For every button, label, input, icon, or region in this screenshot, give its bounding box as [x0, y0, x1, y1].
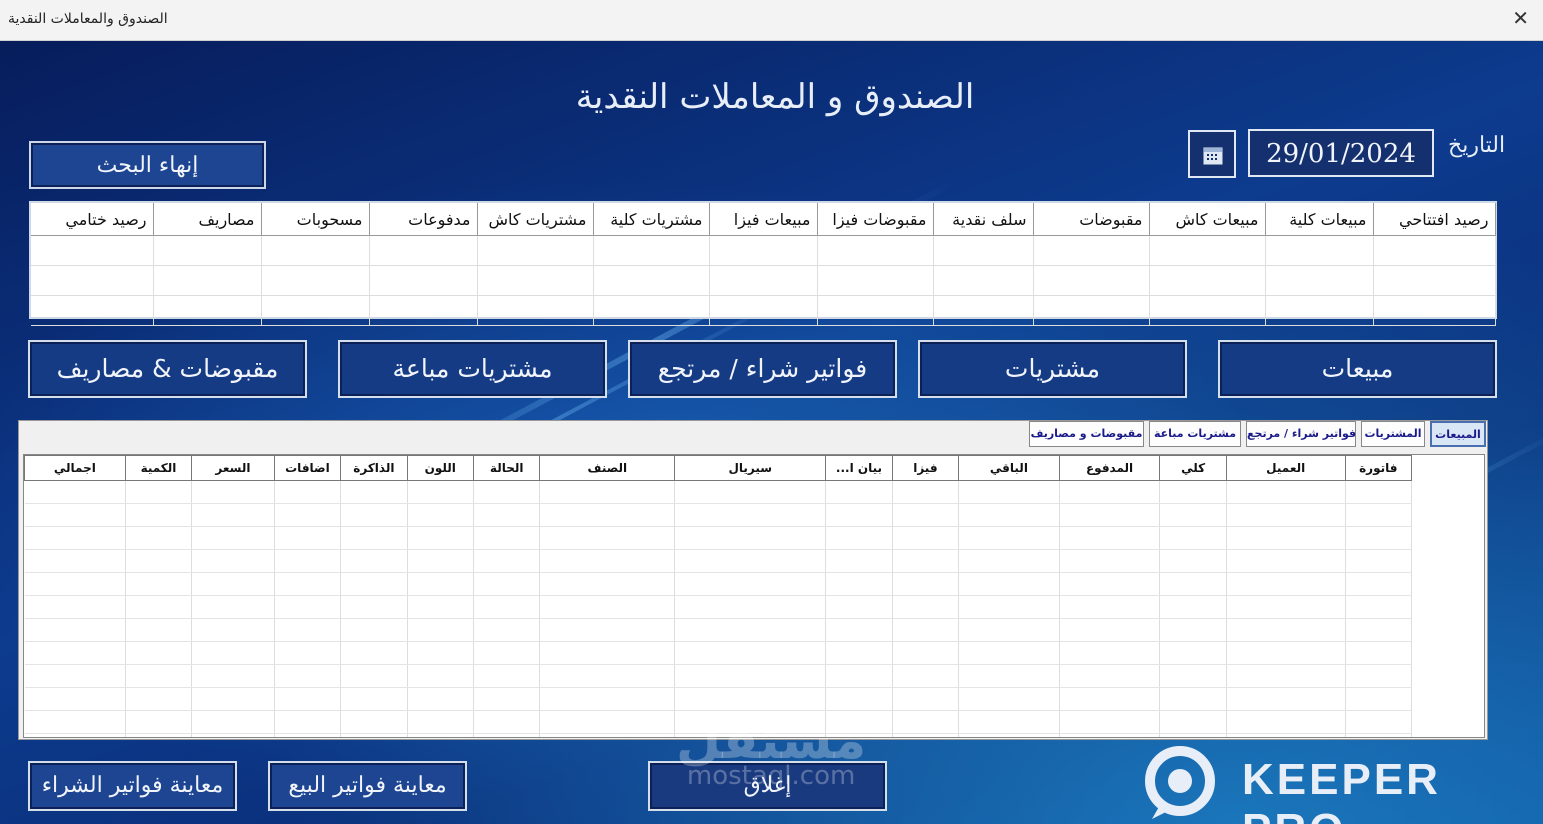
summary-col-header[interactable]: مسحوبات	[261, 203, 370, 236]
tab-sales[interactable]: المبيعات	[1430, 421, 1486, 447]
summary-col-header[interactable]: مشتريات كاش	[477, 203, 594, 236]
summary-table: رصيد افتتاحي مبيعات كلية مبيعات كاش مقبو…	[29, 201, 1497, 326]
grid-col-header[interactable]: اللون	[406, 455, 475, 481]
table-row[interactable]	[24, 480, 1413, 504]
transactions-panel: المبيعات المشتريات فواتير شراء / مرتجع م…	[18, 420, 1488, 740]
table-row[interactable]	[24, 549, 1413, 573]
table-row[interactable]	[31, 265, 1496, 296]
grid-col-header[interactable]: العميل	[1225, 455, 1346, 481]
tab-sold-purchases[interactable]: مشتريات مباعة	[1149, 421, 1241, 447]
sales-button[interactable]: مبيعات	[1218, 340, 1497, 398]
summary-col-header[interactable]: مصاريف	[153, 203, 262, 236]
purchases-button[interactable]: مشتريات	[918, 340, 1187, 398]
close-icon[interactable]: ✕	[1512, 6, 1529, 30]
date-field[interactable]: 29/01/2024	[1248, 129, 1434, 177]
summary-col-header[interactable]: سلف نقدية	[933, 203, 1034, 236]
summary-col-header[interactable]: مشتريات كلية	[593, 203, 710, 236]
view-sales-invoices-button[interactable]: معاينة فواتير البيع	[268, 761, 467, 811]
grid-header-row: فاتورة العميل كلي المدفوع الباقي فيزا بي…	[24, 455, 1413, 481]
end-search-button[interactable]: إنهاء البحث	[29, 141, 266, 189]
summary-col-header[interactable]: مبيعات كاش	[1149, 203, 1266, 236]
sold-purchases-button[interactable]: مشتريات مباعة	[338, 340, 607, 398]
main-panel: الصندوق و المعاملات النقدية التاريخ 29/0…	[0, 41, 1543, 824]
grid-col-header[interactable]: الكمية	[124, 455, 193, 481]
window-title: الصندوق والمعاملات النقدية	[8, 11, 168, 27]
receipts-expenses-button[interactable]: مقبوضات & مصاريف	[28, 340, 307, 398]
table-row[interactable]	[24, 687, 1413, 711]
table-row[interactable]	[24, 641, 1413, 665]
summary-col-header[interactable]: رصيد افتتاحي	[1373, 203, 1496, 236]
grid-col-header[interactable]: الحالة	[472, 455, 541, 481]
table-row[interactable]	[24, 595, 1413, 619]
table-row[interactable]	[24, 526, 1413, 550]
grid-col-header[interactable]: الباقي	[958, 455, 1060, 481]
tab-purchase-invoices[interactable]: فواتير شراء / مرتجع	[1246, 421, 1356, 447]
grid-col-header[interactable]: سيريال	[674, 455, 827, 481]
page-title: الصندوق و المعاملات النقدية	[575, 77, 975, 117]
grid-col-header[interactable]: السعر	[191, 455, 275, 481]
grid-col-header[interactable]: اجمالي	[24, 455, 126, 481]
keeper-logo-icon	[1145, 746, 1215, 819]
summary-col-header[interactable]: مبيعات كلية	[1265, 203, 1374, 236]
window-titlebar: الصندوق والمعاملات النقدية ✕	[0, 0, 1543, 41]
grid-col-header[interactable]: كلي	[1159, 455, 1227, 481]
watermark-latin: mostaql.com	[686, 761, 856, 791]
view-purchase-invoices-button[interactable]: معاينة فواتير الشراء	[28, 761, 237, 811]
transactions-grid: فاتورة العميل كلي المدفوع الباقي فيزا بي…	[23, 454, 1485, 738]
grid-col-header[interactable]: بيان ا...	[825, 455, 893, 481]
calendar-icon	[1203, 147, 1223, 165]
summary-col-header[interactable]: مبيعات فيزا	[709, 203, 818, 236]
grid-col-header[interactable]: المدفوع	[1058, 455, 1161, 481]
table-row[interactable]	[24, 664, 1413, 688]
grid-body	[24, 480, 1413, 737]
table-row[interactable]	[24, 618, 1413, 642]
summary-col-header[interactable]: مقبوضات	[1033, 203, 1150, 236]
brand-logo: KEEPER PRO	[1138, 743, 1538, 824]
brand-name: KEEPER PRO	[1242, 755, 1441, 824]
tab-receipts-expenses[interactable]: مقبوضات و مصاريف	[1029, 421, 1144, 447]
grid-col-header[interactable]: الذاكرة	[340, 455, 408, 481]
grid-col-header[interactable]: فيزا	[891, 455, 960, 481]
calendar-button[interactable]	[1188, 130, 1236, 178]
watermark: مستقل mostaql.com	[676, 711, 866, 791]
grid-col-header[interactable]: اضافات	[273, 455, 342, 481]
grid-col-header[interactable]: الصنف	[539, 455, 676, 481]
grid-col-header[interactable]: فاتورة	[1344, 455, 1413, 481]
tab-purchases[interactable]: المشتريات	[1361, 421, 1425, 447]
table-row[interactable]	[31, 235, 1496, 266]
date-label: التاريخ	[1448, 133, 1506, 158]
table-row[interactable]	[31, 295, 1496, 326]
table-row[interactable]	[24, 572, 1413, 596]
table-row[interactable]	[24, 503, 1413, 527]
summary-col-header[interactable]: مدفوعات	[369, 203, 478, 236]
summary-col-header[interactable]: مقبوضات فيزا	[817, 203, 934, 236]
summary-col-header[interactable]: رصيد ختامي	[31, 203, 154, 236]
summary-header-row: رصيد افتتاحي مبيعات كلية مبيعات كاش مقبو…	[31, 203, 1496, 236]
purchase-invoices-button[interactable]: فواتير شراء / مرتجع	[628, 340, 897, 398]
